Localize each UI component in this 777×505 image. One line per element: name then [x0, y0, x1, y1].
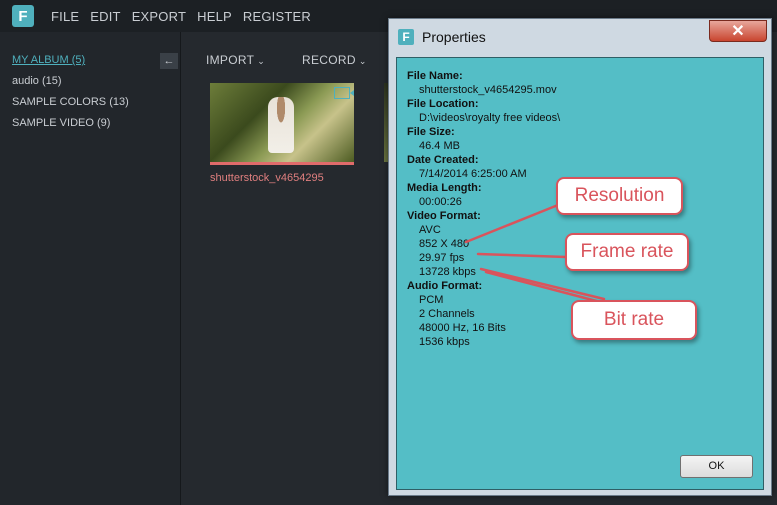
media-thumbnail[interactable]	[210, 83, 354, 162]
dialog-title: Properties	[422, 29, 486, 45]
file-size-label: File Size:	[407, 126, 455, 138]
album-sidebar: MY ALBUM (5) audio (15) SAMPLE COLORS (1…	[0, 32, 181, 505]
media-length-label: Media Length:	[407, 182, 482, 194]
menu-help[interactable]: HELP	[197, 9, 232, 24]
audio-bitrate-value: 1536 kbps	[419, 336, 470, 348]
video-bitrate-value: 13728 kbps	[419, 266, 476, 278]
menu-register[interactable]: REGISTER	[243, 9, 311, 24]
file-location-value: D:\videos\royalty free videos\	[419, 112, 561, 124]
menu-file[interactable]: FILE	[51, 9, 79, 24]
ok-button[interactable]: OK	[680, 455, 753, 478]
record-label: RECORD	[302, 53, 356, 67]
selection-bar	[210, 162, 354, 165]
dialog-body: File Name: shutterstock_v4654295.mov Fil…	[396, 57, 764, 490]
menu-edit[interactable]: EDIT	[90, 9, 120, 24]
date-created-label: Date Created:	[407, 154, 479, 166]
app-logo[interactable]: F	[12, 5, 34, 27]
sidebar-item-audio[interactable]: audio (15)	[12, 75, 62, 87]
media-length-value: 00:00:26	[419, 196, 462, 208]
audio-format-label: Audio Format:	[407, 280, 483, 292]
video-codec-value: AVC	[419, 224, 441, 236]
file-name-value: shutterstock_v4654295.mov	[419, 84, 557, 96]
file-size-value: 46.4 MB	[419, 140, 460, 152]
chevron-down-icon: ⌄	[257, 56, 266, 66]
import-label: IMPORT	[206, 53, 255, 67]
import-button[interactable]: IMPORT ⌄	[206, 53, 265, 67]
file-name-label: File Name:	[407, 70, 463, 82]
record-button[interactable]: RECORD ⌄	[302, 53, 367, 67]
date-created-value: 7/14/2014 6:25:00 AM	[419, 168, 527, 180]
menu-export[interactable]: EXPORT	[132, 9, 186, 24]
audio-sample-value: 48000 Hz, 16 Bits	[419, 322, 506, 334]
video-fps-value: 29.97 fps	[419, 252, 465, 264]
video-format-label: Video Format:	[407, 210, 481, 222]
file-location-label: File Location:	[407, 98, 479, 110]
video-resolution-value: 852 X 480	[419, 238, 470, 250]
audio-channels-value: 2 Channels	[419, 308, 475, 320]
sidebar-item-my-album[interactable]: MY ALBUM (5)	[12, 54, 85, 66]
chevron-down-icon: ⌄	[358, 56, 367, 66]
frame-rate-callout: Frame rate	[565, 233, 689, 271]
audio-codec-value: PCM	[419, 294, 444, 306]
resolution-callout: Resolution	[556, 177, 683, 215]
thumbnail-image	[268, 97, 294, 153]
dialog-titlebar[interactable]: F Properties ✕	[389, 19, 771, 57]
arrow-left-icon[interactable]: ←	[160, 53, 178, 69]
media-item-name[interactable]: shutterstock_v4654295	[210, 172, 324, 184]
video-camera-icon	[334, 87, 354, 99]
bit-rate-callout: Bit rate	[571, 300, 697, 340]
sidebar-item-sample-video[interactable]: SAMPLE VIDEO (9)	[12, 117, 110, 129]
app-logo-icon: F	[398, 29, 414, 45]
sidebar-item-sample-colors[interactable]: SAMPLE COLORS (13)	[12, 96, 129, 108]
close-icon[interactable]: ✕	[709, 20, 767, 42]
